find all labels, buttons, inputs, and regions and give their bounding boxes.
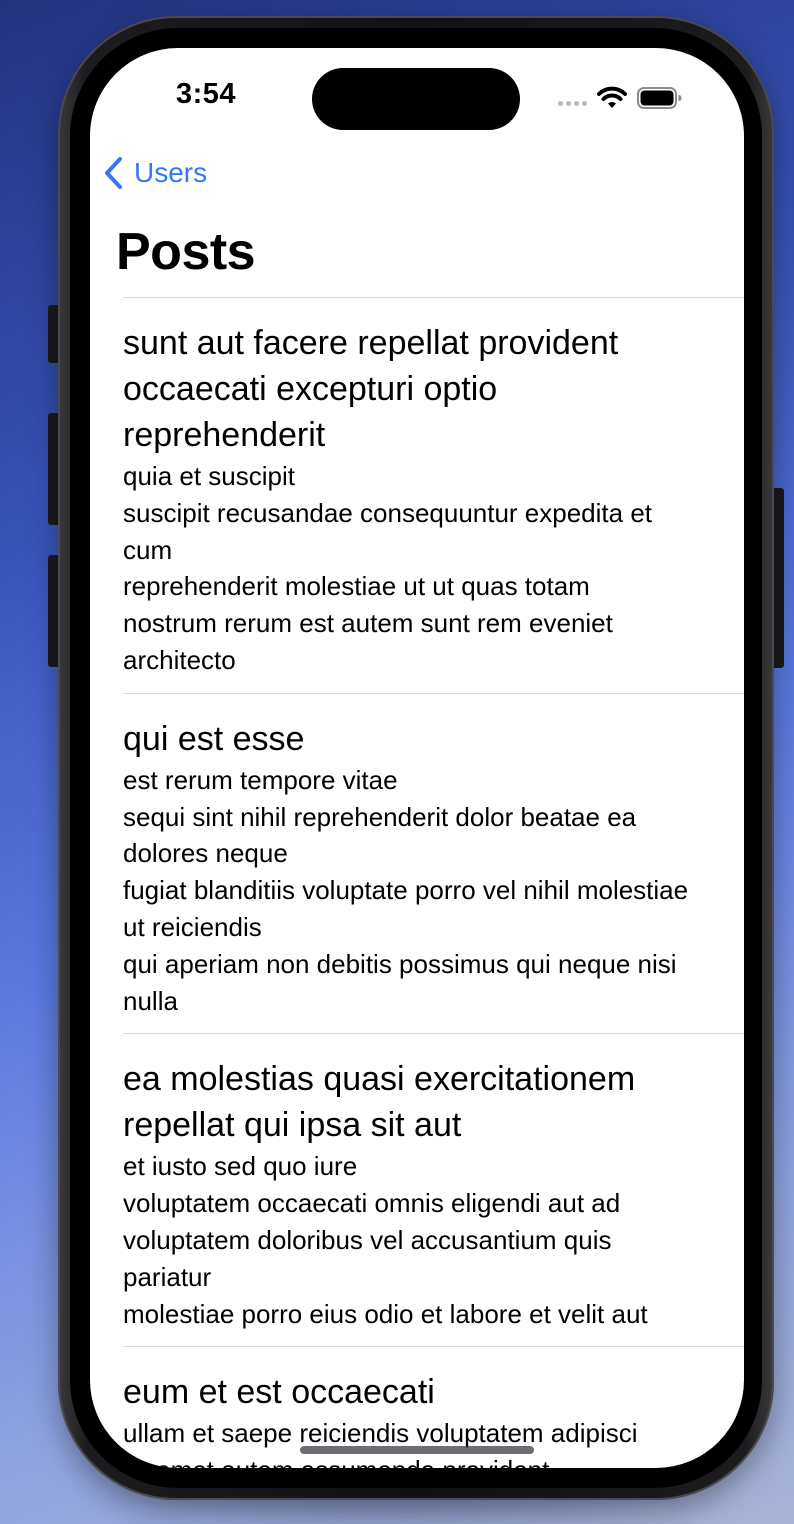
back-button-label: Users [134, 157, 208, 188]
chevron-left-icon [105, 157, 122, 189]
post-body: est rerum tempore vitae sequi sint nihil… [123, 764, 689, 1016]
dynamic-island [312, 68, 520, 130]
post-title: ea molestias quasi exercitationem repell… [123, 1060, 636, 1145]
page-title: Posts [116, 223, 256, 281]
post-title: qui est esse [123, 719, 305, 758]
status-icons [558, 82, 683, 114]
post-body: quia et suscipit suscipit recusandae con… [123, 461, 653, 675]
post-row[interactable]: qui est esse est rerum tempore vitae seq… [123, 692, 744, 1034]
cellular-signal-icon [558, 100, 587, 106]
post-row[interactable]: sunt aut facere repellat provident occae… [123, 297, 744, 693]
post-body: ullam et saepe reiciendis voluptatem adi… [123, 1418, 638, 1468]
phone-screen: 3:54 Users Posts sunt aut facere repella… [90, 48, 744, 1468]
post-row[interactable]: ea molestias quasi exercitationem repell… [123, 1033, 744, 1346]
home-indicator[interactable] [300, 1446, 534, 1454]
battery-icon [637, 87, 682, 109]
post-title: sunt aut facere repellat provident occae… [123, 324, 619, 454]
status-time: 3:54 [176, 78, 237, 110]
post-body: et iusto sed quo iure voluptatem occaeca… [123, 1151, 648, 1329]
wifi-icon [597, 86, 627, 108]
posts-list: sunt aut facere repellat provident occae… [90, 297, 744, 1468]
post-title: eum et est occaecati [123, 1373, 435, 1412]
back-button[interactable]: Users [102, 156, 207, 190]
